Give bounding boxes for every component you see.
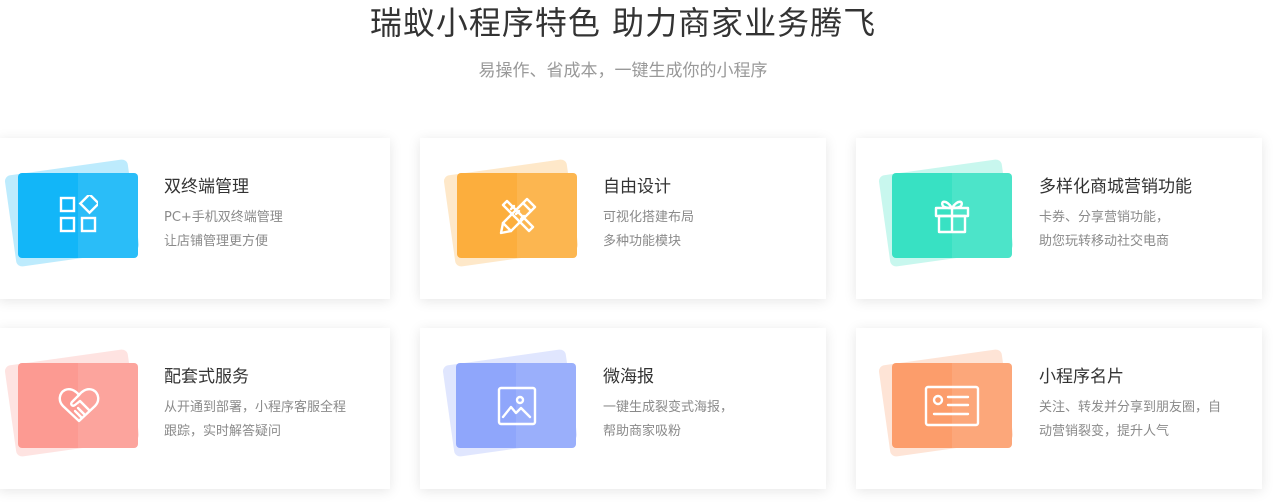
feature-description: PC+手机双终端管理 让店铺管理更方便 xyxy=(164,210,283,249)
feature-title: 双终端管理 xyxy=(164,177,249,197)
feature-title: 多样化商城营销功能 xyxy=(1039,177,1192,197)
tile xyxy=(18,363,138,448)
tile xyxy=(892,173,1012,258)
feature-icon-tile xyxy=(442,348,578,458)
feature-title: 微海报 xyxy=(603,367,654,387)
image-poster-icon xyxy=(497,386,537,426)
feature-card-free-design[interactable]: 自由设计 可视化搭建布局 多种功能模块 xyxy=(420,138,826,299)
feature-card-service[interactable]: 配套式服务 从开通到部署，小程序客服全程 跟踪，实时解答疑问 xyxy=(0,328,390,489)
feature-card-marketing[interactable]: 多样化商城营销功能 卡券、分享营销功能， 助您玩转移动社交电商 xyxy=(856,138,1262,299)
id-card-icon xyxy=(924,385,980,427)
feature-title: 配套式服务 xyxy=(164,367,249,387)
feature-icon-tile xyxy=(878,158,1014,268)
feature-description: 可视化搭建布局 多种功能模块 xyxy=(603,210,695,249)
apps-grid-icon xyxy=(59,195,98,233)
tile xyxy=(457,173,577,258)
feature-icon-tile xyxy=(4,158,140,268)
feature-title: 自由设计 xyxy=(603,177,671,197)
feature-card-poster[interactable]: 微海报 一键生成裂变式海报， 帮助商家吸粉 xyxy=(420,328,826,489)
feature-description: 从开通到部署，小程序客服全程 跟踪，实时解答疑问 xyxy=(164,400,347,439)
page-subtitle: 易操作、省成本，一键生成你的小程序 xyxy=(478,61,768,81)
gift-icon xyxy=(934,200,970,234)
tile xyxy=(18,173,138,258)
pencil-ruler-icon xyxy=(499,197,537,235)
tile xyxy=(456,363,576,448)
feature-description: 关注、转发并分享到朋友圈，自 动营销裂变，提升人气 xyxy=(1039,400,1222,439)
feature-description: 卡券、分享营销功能， 助您玩转移动社交电商 xyxy=(1039,210,1170,249)
feature-icon-tile xyxy=(4,348,140,458)
page-title: 瑞蚁小程序特色 助力商家业务腾飞 xyxy=(369,4,877,42)
feature-icon-tile xyxy=(443,158,579,268)
feature-card-dual-terminal[interactable]: 双终端管理 PC+手机双终端管理 让店铺管理更方便 xyxy=(0,138,390,299)
feature-card-business-card[interactable]: 小程序名片 关注、转发并分享到朋友圈，自 动营销裂变，提升人气 xyxy=(856,328,1262,489)
tile xyxy=(892,363,1012,448)
feature-description: 一键生成裂变式海报， 帮助商家吸粉 xyxy=(603,400,734,439)
heart-handshake-icon xyxy=(58,388,100,423)
feature-icon-tile xyxy=(878,348,1014,458)
feature-title: 小程序名片 xyxy=(1039,367,1124,387)
